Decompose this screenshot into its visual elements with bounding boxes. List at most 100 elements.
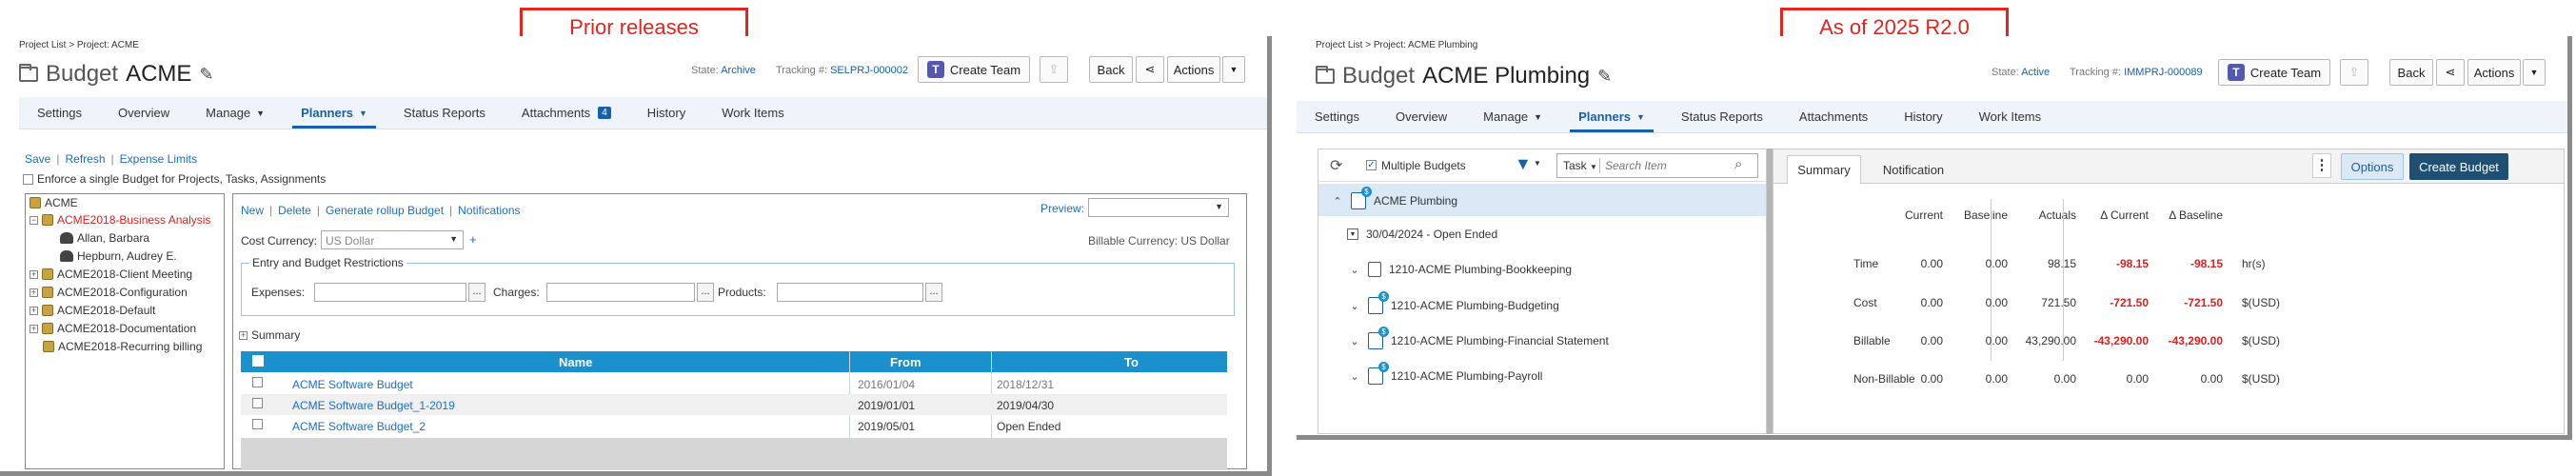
tab-manage[interactable]: Manage ▼	[188, 97, 283, 129]
chevron-up-icon[interactable]: ⌃	[1332, 195, 1343, 208]
expenses-input[interactable]	[314, 283, 466, 302]
tree-root[interactable]: ⌃ ACME Plumbing	[1332, 187, 1457, 209]
edit-pencil-icon[interactable]: ✎	[199, 65, 213, 85]
tab-status-reports[interactable]: Status Reports	[386, 97, 504, 129]
actions-dropdown-button[interactable]: ▼	[1222, 56, 1245, 83]
create-team-button[interactable]: T Create Team	[918, 56, 1030, 83]
tab-status-reports[interactable]: Status Reports	[1663, 101, 1781, 132]
tab-settings[interactable]: Settings	[1297, 101, 1377, 132]
refresh-link[interactable]: Refresh	[65, 152, 105, 166]
row-checkbox[interactable]	[252, 377, 263, 387]
table-row[interactable]: ACME Software Budget 2016/01/04 2018/12/…	[241, 373, 1227, 394]
actions-button[interactable]: Actions	[1167, 56, 1220, 83]
multiple-budgets-checkbox[interactable]: ✓	[1366, 160, 1377, 170]
expand-icon[interactable]: +	[30, 269, 38, 279]
expense-limits-link[interactable]: Expense Limits	[120, 152, 197, 166]
enforce-single-budget-checkbox[interactable]	[23, 173, 33, 185]
tab-settings[interactable]: Settings	[19, 97, 100, 129]
options-button[interactable]: Options	[2341, 153, 2404, 180]
filter-icon[interactable]: ▼	[1515, 154, 1532, 174]
tab-history[interactable]: History	[1886, 101, 1960, 132]
save-link[interactable]: Save	[25, 152, 50, 166]
tab-attachments[interactable]: Attachments	[1781, 101, 1886, 132]
tab-notification[interactable]: Notification	[1871, 155, 1956, 184]
tree-item-financial-statement[interactable]: ⌄ 1210-ACME Plumbing-Financial Statement	[1349, 327, 1609, 349]
tree-item[interactable]: + ACME2018-Configuration	[30, 286, 188, 299]
chevron-down-icon[interactable]: ▼	[1534, 159, 1541, 168]
tab-overview[interactable]: Overview	[1377, 101, 1465, 132]
table-row[interactable]: ACME Software Budget_1-2019 2019/01/01 2…	[241, 394, 1227, 415]
tab-work-items[interactable]: Work Items	[1961, 101, 2060, 132]
table-row[interactable]: ACME Software Budget_2 2019/05/01 Open E…	[241, 415, 1227, 436]
tree-item[interactable]: ACME2018-Recurring billing	[43, 340, 202, 353]
tree-root[interactable]: ACME	[30, 196, 78, 209]
date-range-row[interactable]: ▼ 30/04/2024 - Open Ended	[1347, 228, 1497, 241]
chevron-down-icon[interactable]: ⌄	[1349, 335, 1360, 347]
row-name[interactable]: ACME Software Budget_1-2019	[292, 399, 455, 412]
delete-link[interactable]: Delete	[278, 204, 311, 217]
tree-item[interactable]: Allan, Barbara	[60, 231, 149, 245]
tab-manage[interactable]: Manage ▼	[1465, 101, 1560, 132]
row-name[interactable]: ACME Software Budget	[292, 378, 413, 391]
tab-planners[interactable]: Planners ▼	[283, 97, 386, 129]
select-all-checkbox[interactable]	[252, 355, 264, 367]
tab-attachments[interactable]: Attachments 4	[504, 97, 629, 129]
notifications-link[interactable]: Notifications	[458, 204, 520, 217]
tree-item[interactable]: − ACME2018-Business Analysis	[30, 213, 210, 227]
expand-icon[interactable]: +	[30, 288, 38, 297]
tree-item[interactable]: + ACME2018-Default	[30, 304, 155, 317]
products-input[interactable]	[777, 283, 923, 302]
tree-item[interactable]: + ACME2018-Documentation	[30, 322, 196, 335]
row-checkbox[interactable]	[252, 419, 263, 429]
share-button[interactable]: ⋖	[2436, 59, 2465, 86]
summary-toggle[interactable]: + Summary	[239, 328, 300, 342]
collapse-icon[interactable]: −	[30, 215, 38, 225]
col-to[interactable]: To	[1124, 355, 1139, 369]
back-button[interactable]: Back	[2389, 59, 2433, 86]
create-budget-button[interactable]: Create Budget	[2409, 153, 2508, 180]
tree-item[interactable]: Hepburn, Audrey E.	[60, 249, 177, 263]
new-link[interactable]: New	[241, 204, 264, 217]
tree-item-budgeting[interactable]: ⌄ 1210-ACME Plumbing-Budgeting	[1349, 291, 1559, 314]
tab-work-items[interactable]: Work Items	[703, 97, 803, 129]
tree-root-row[interactable]: ⌃ ACME Plumbing	[1318, 184, 1766, 216]
tab-history[interactable]: History	[629, 97, 703, 129]
add-currency-icon[interactable]: +	[469, 232, 477, 247]
export-button[interactable]: ⇪	[2340, 59, 2368, 86]
search-icon[interactable]: ⌕	[1734, 156, 1742, 172]
tab-summary[interactable]: Summary	[1787, 155, 1861, 184]
col-from[interactable]: From	[890, 355, 921, 369]
tab-overview[interactable]: Overview	[100, 97, 188, 129]
charges-browse-button[interactable]: ...	[697, 283, 714, 302]
expand-icon[interactable]: +	[30, 306, 38, 315]
chevron-down-icon[interactable]: ⌄	[1349, 300, 1360, 312]
search-input[interactable]	[1605, 156, 1729, 175]
export-button[interactable]: ⇪	[1040, 56, 1068, 83]
tree-item-bookkeeping[interactable]: ⌄ 1210-ACME Plumbing-Bookkeeping	[1349, 262, 1572, 277]
refresh-icon[interactable]: ⟳	[1330, 156, 1342, 175]
expenses-browse-button[interactable]: ...	[468, 283, 485, 302]
tab-planners[interactable]: Planners ▼	[1560, 101, 1663, 132]
tree-item[interactable]: + ACME2018-Client Meeting	[30, 268, 192, 281]
share-button[interactable]: ⋖	[1136, 56, 1164, 83]
back-button[interactable]: Back	[1089, 56, 1133, 83]
actions-dropdown-button[interactable]: ▼	[2523, 59, 2546, 86]
edit-pencil-icon[interactable]: ✎	[1597, 67, 1612, 87]
task-dropdown[interactable]: Task ▼	[1563, 159, 1597, 172]
actions-button[interactable]: Actions	[2467, 59, 2521, 86]
row-name[interactable]: ACME Software Budget_2	[292, 420, 426, 433]
expand-icon[interactable]: +	[30, 324, 38, 333]
date-range-checkbox[interactable]: ▼	[1347, 228, 1358, 240]
breadcrumb[interactable]: Project List > Project: ACME Plumbing	[1316, 40, 1477, 50]
generate-rollup-link[interactable]: Generate rollup Budget	[326, 204, 444, 217]
more-options-icon[interactable]: ⋮	[2312, 153, 2331, 178]
preview-select[interactable]: ▼	[1088, 198, 1229, 217]
chevron-down-icon[interactable]: ⌄	[1349, 370, 1360, 383]
breadcrumb[interactable]: Project List > Project: ACME	[19, 40, 139, 50]
cost-currency-select[interactable]: US Dollar ▼	[321, 230, 464, 249]
col-name[interactable]: Name	[559, 355, 592, 369]
create-team-button[interactable]: T Create Team	[2218, 59, 2330, 86]
tree-item-payroll[interactable]: ⌄ 1210-ACME Plumbing-Payroll	[1349, 362, 1542, 385]
charges-input[interactable]	[546, 283, 695, 302]
chevron-down-icon[interactable]: ⌄	[1349, 264, 1360, 276]
